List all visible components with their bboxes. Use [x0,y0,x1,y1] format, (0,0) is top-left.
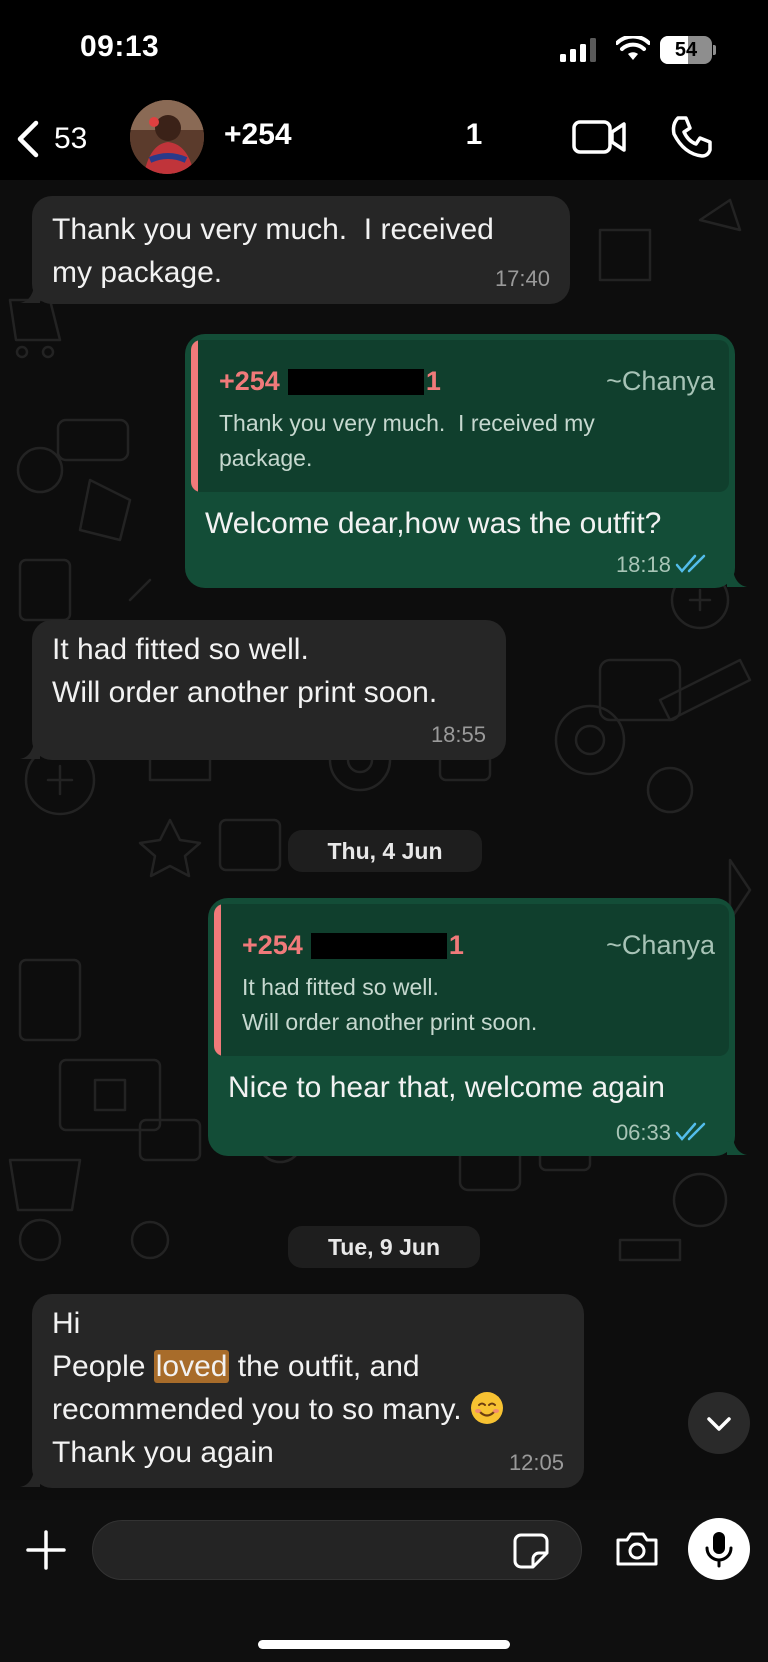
message-input-field[interactable] [113,1533,493,1569]
attach-button[interactable] [26,1530,66,1575]
avatar-photo [130,100,204,174]
message-bubble-incoming[interactable]: Thank you very much. I received my packa… [32,196,570,304]
video-camera-icon [572,120,626,154]
quote-sender-suffix: 1 [448,930,464,960]
message-line: People loved the outfit, and [52,1345,420,1388]
voice-call-button[interactable] [668,114,712,163]
quote-sender: +254 1 [242,930,464,961]
signal-icon [560,38,596,62]
bubble-tail [20,1473,40,1487]
message-line: recommended you to so many. [52,1388,504,1431]
message-bubble-incoming[interactable]: Hi People loved the outfit, and recommen… [32,1294,584,1488]
chevron-down-icon [707,1417,731,1431]
quote-alias: ~Chanya [606,930,715,960]
message-bubble-outgoing[interactable]: +254 1 ~Chanya Thank you very much. I re… [185,334,735,588]
quote-sender-prefix: +254 [242,930,303,960]
quote-accent-bar [214,904,221,1056]
message-line: Thank you again [52,1436,274,1469]
redaction-bar [287,368,424,395]
contact-number-suffix: 1 [465,118,483,151]
sticker-button[interactable] [513,1533,549,1574]
message-text-segment: recommended you to so many. [52,1393,470,1426]
message-time: 17:40 [494,266,550,291]
avatar[interactable] [130,100,204,174]
quote-sender: +254 1 [219,366,441,397]
quote-alias: ~Chanya [606,366,715,396]
read-ticks-icon [675,554,706,573]
home-indicator [258,1640,510,1649]
voice-message-button[interactable] [688,1518,750,1580]
battery-icon: 54 [660,36,716,64]
date-separator: Thu, 4 Jun [288,830,482,872]
quote-sender-suffix: 1 [425,366,441,396]
quote-text: Thank you very much. I received my packa… [219,410,595,471]
message-input[interactable] [92,1520,582,1580]
back-button[interactable]: 53 [14,114,87,164]
search-highlight: loved [153,1350,230,1383]
plus-icon [26,1530,66,1570]
message-text: Welcome dear,how was the outfit? [205,507,662,540]
quote-text: It had fitted so well. Will order anothe… [242,974,538,1035]
message-text: It had fitted so well. Will order anothe… [52,633,438,709]
date-separator: Tue, 9 Jun [288,1226,480,1268]
scroll-to-bottom-button[interactable] [688,1392,750,1454]
read-ticks-icon [675,1122,706,1141]
message-text-segment: the outfit, and [229,1350,420,1383]
chat-header: 53 +254 1 [0,100,768,180]
phone-icon [671,116,712,158]
quoted-message[interactable]: +254 1 ~Chanya It had fitted so well. Wi… [214,904,729,1056]
message-time: 12:05 [508,1450,564,1475]
video-call-button[interactable] [572,118,626,161]
smiling-face-emoji [470,1392,503,1424]
contact-number-prefix: +254 [224,118,292,151]
chevron-left-icon [17,120,39,158]
message-time: 06:33 [615,1120,671,1145]
message-line: Hi [52,1307,81,1340]
quote-accent-bar [191,340,198,492]
message-text-segment: People [52,1350,154,1383]
sticker-icon [513,1533,549,1569]
bubble-tail [727,1141,747,1155]
message-bubble-incoming[interactable]: It had fitted so well. Will order anothe… [32,620,506,760]
bubble-tail [727,573,747,587]
battery-percent: 54 [674,39,698,61]
message-text: Thank you very much. I received my packa… [52,213,494,289]
bubble-tail [20,289,40,303]
message-bubble-outgoing[interactable]: +254 1 ~Chanya It had fitted so well. Wi… [208,898,735,1156]
microphone-icon [705,1532,733,1568]
camera-button[interactable] [614,1530,660,1573]
message-composer [0,1500,768,1662]
status-time: 09:13 [80,30,160,63]
quoted-message[interactable]: +254 1 ~Chanya Thank you very much. I re… [191,340,729,492]
unread-count: 53 [54,122,88,155]
bubble-tail [20,745,40,759]
camera-icon [616,1532,658,1566]
redaction-bar [310,932,447,959]
status-bar: 09:13 54 [0,0,768,100]
redaction-bar [301,120,462,150]
message-text: Nice to hear that, welcome again [228,1071,665,1104]
contact-name[interactable]: +254 1 [224,118,482,152]
message-time: 18:55 [430,722,486,747]
message-time: 18:18 [615,552,671,577]
quote-sender-prefix: +254 [219,366,280,396]
wifi-icon [616,36,650,60]
